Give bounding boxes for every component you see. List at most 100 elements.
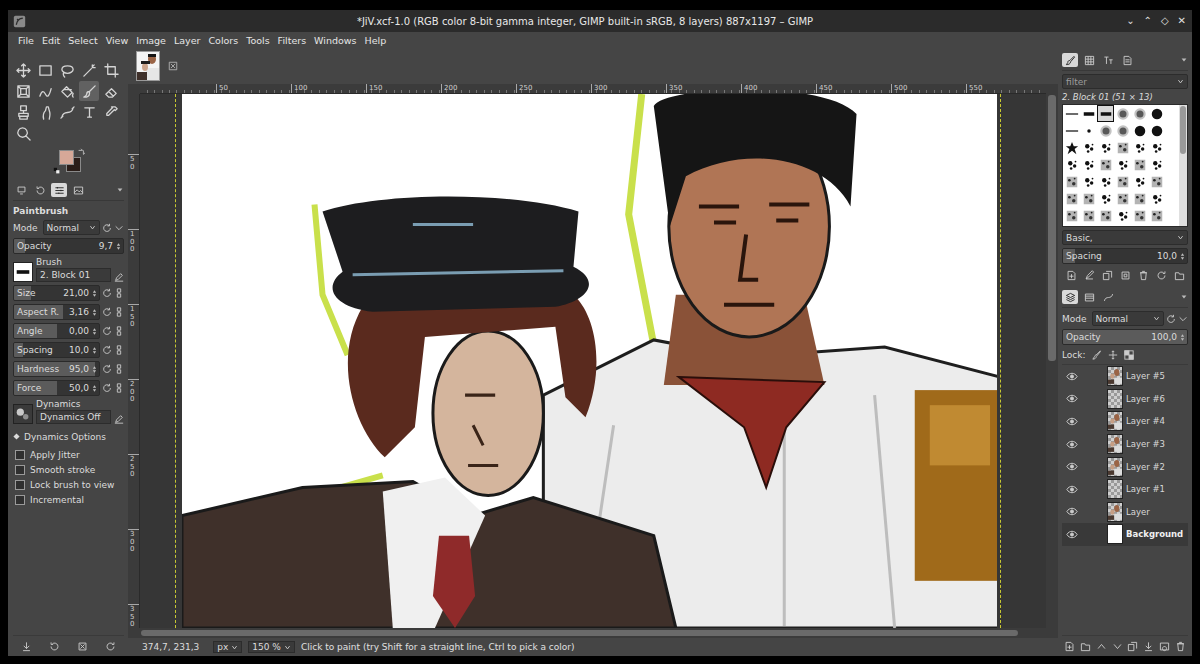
swap-colors-icon[interactable]: [77, 148, 85, 156]
tool-button[interactable]: [35, 102, 55, 122]
artwork-canvas[interactable]: [182, 94, 997, 628]
eye-icon[interactable]: [1066, 417, 1078, 426]
link-icon[interactable]: [114, 288, 124, 298]
lock-position-icon[interactable]: [1108, 350, 1118, 360]
dock-tab[interactable]: [1062, 53, 1078, 67]
brush-item[interactable]: [1063, 105, 1080, 122]
eye-icon[interactable]: [1066, 530, 1078, 539]
spin-arrows-icon[interactable]: [92, 346, 97, 355]
layer-row[interactable]: Layer #5: [1062, 365, 1188, 388]
opacity-slider[interactable]: Opacity9,7: [13, 238, 124, 254]
tool-button[interactable]: [57, 102, 77, 122]
layer-row[interactable]: Layer #3: [1062, 433, 1188, 456]
open-file-icon[interactable]: [1174, 270, 1185, 281]
brush-item[interactable]: [1097, 173, 1114, 190]
brush-item[interactable]: [1148, 139, 1165, 156]
brush-item[interactable]: [1063, 156, 1080, 173]
image-tab[interactable]: [136, 51, 160, 81]
brush-item[interactable]: [1063, 173, 1080, 190]
eye-icon[interactable]: [1066, 372, 1078, 381]
menu-item[interactable]: Tools: [246, 35, 269, 46]
dock-tab[interactable]: [1062, 290, 1078, 304]
brush-item[interactable]: [1080, 173, 1097, 190]
brush-item[interactable]: [1080, 156, 1097, 173]
link-icon[interactable]: [114, 307, 124, 317]
brush-item[interactable]: [1148, 105, 1165, 122]
tool-button[interactable]: [57, 81, 77, 101]
brush-item[interactable]: [1131, 139, 1148, 156]
dock-tab[interactable]: [1119, 53, 1135, 67]
menu-item[interactable]: Select: [68, 35, 97, 46]
tab-menu-icon[interactable]: [1180, 293, 1188, 301]
tool-button[interactable]: [101, 81, 121, 101]
brush-item[interactable]: [1148, 207, 1165, 224]
brush-item[interactable]: [1097, 105, 1114, 122]
brush-filter-field[interactable]: filter: [1062, 74, 1188, 89]
tool-button[interactable]: [101, 60, 121, 80]
option-checkbox[interactable]: Apply Jitter: [13, 447, 124, 462]
dock-tab[interactable]: [1100, 290, 1116, 304]
option-slider[interactable]: Size21,00: [13, 285, 100, 301]
brush-item[interactable]: [1148, 122, 1165, 139]
option-slider[interactable]: Hardness95,0: [13, 361, 100, 377]
tool-button[interactable]: [79, 60, 99, 80]
brush-item[interactable]: [1114, 139, 1131, 156]
edit-icon[interactable]: [114, 414, 124, 424]
reset-icon[interactable]: [102, 288, 112, 298]
spin-arrows-icon[interactable]: [116, 242, 121, 251]
tool-button[interactable]: [35, 60, 55, 80]
tool-button[interactable]: [79, 81, 99, 101]
brush-item[interactable]: [1114, 190, 1131, 207]
brush-item[interactable]: [1097, 156, 1114, 173]
window-control-button[interactable]: ⌃: [1144, 14, 1152, 28]
window-control-button[interactable]: ✕: [1178, 14, 1186, 28]
dock-tab[interactable]: [1100, 53, 1116, 67]
eye-icon[interactable]: [1066, 394, 1078, 403]
brush-item[interactable]: [1114, 173, 1131, 190]
brush-item[interactable]: [1063, 122, 1080, 139]
option-slider[interactable]: Angle0,00: [13, 323, 100, 339]
brush-item[interactable]: [1063, 207, 1080, 224]
delete-icon[interactable]: [77, 641, 88, 652]
tool-button[interactable]: [13, 60, 33, 80]
menu-item[interactable]: Layer: [174, 35, 201, 46]
new-layer-icon[interactable]: [1064, 641, 1075, 652]
reset-icon[interactable]: [102, 326, 112, 336]
tab-menu-icon[interactable]: [116, 186, 124, 194]
vertical-scrollbar[interactable]: [1046, 94, 1058, 628]
duplicate-icon[interactable]: [1102, 270, 1113, 281]
spin-arrows-icon[interactable]: [92, 289, 97, 298]
layer-row[interactable]: Layer #2: [1062, 455, 1188, 478]
eye-icon[interactable]: [1066, 440, 1078, 449]
edit-brush-icon[interactable]: [1084, 270, 1095, 281]
brush-item[interactable]: [1148, 190, 1165, 207]
chevron-down-icon[interactable]: [114, 223, 124, 233]
link-icon[interactable]: [114, 326, 124, 336]
close-tab-icon[interactable]: [168, 61, 178, 71]
brush-item[interactable]: [1063, 139, 1080, 156]
reset-icon[interactable]: [102, 223, 112, 233]
brush-item[interactable]: [1097, 139, 1114, 156]
dock-tab[interactable]: [32, 183, 48, 197]
raise-layer-icon[interactable]: [1096, 641, 1107, 652]
duplicate-layer-icon[interactable]: [1127, 641, 1138, 652]
tool-button[interactable]: [13, 81, 33, 101]
dynamics-preview[interactable]: [13, 404, 33, 424]
spin-arrows-icon[interactable]: [92, 365, 97, 374]
layer-row[interactable]: Layer: [1062, 501, 1188, 524]
dock-tab[interactable]: [51, 183, 67, 197]
layer-row[interactable]: Background: [1062, 523, 1188, 546]
brush-item[interactable]: [1148, 173, 1165, 190]
menu-item[interactable]: Image: [136, 35, 166, 46]
brush-item[interactable]: [1131, 207, 1148, 224]
tab-menu-icon[interactable]: [1180, 56, 1188, 64]
delete-brush-icon[interactable]: [1138, 270, 1149, 281]
tool-button[interactable]: [13, 123, 33, 143]
spin-arrows-icon[interactable]: [92, 308, 97, 317]
link-icon[interactable]: [114, 364, 124, 374]
lock-pixels-icon[interactable]: [1092, 350, 1102, 360]
lock-alpha-icon[interactable]: [1124, 350, 1134, 360]
layer-opacity-slider[interactable]: Opacity100,0: [1062, 329, 1188, 345]
tool-button[interactable]: [57, 60, 77, 80]
lower-layer-icon[interactable]: [1112, 641, 1123, 652]
